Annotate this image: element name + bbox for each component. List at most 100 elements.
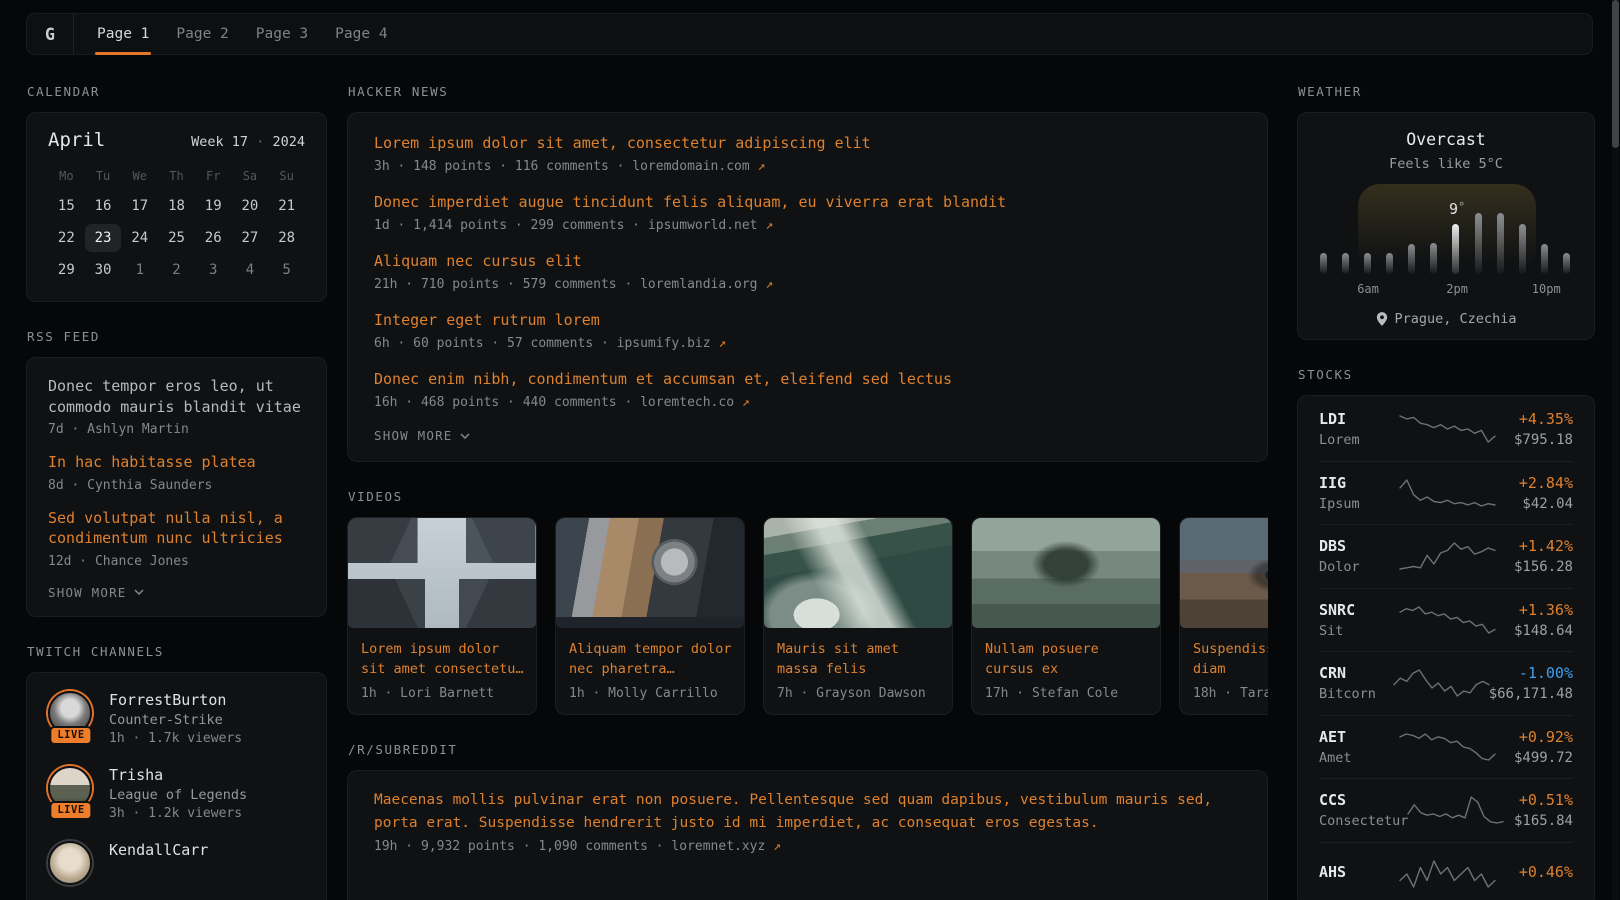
stock-symbol: LDI: [1319, 410, 1400, 428]
calendar-day[interactable]: 21: [268, 192, 305, 220]
stock-row[interactable]: LDI Lorem +4.35% $795.18: [1319, 397, 1573, 461]
hackernews-item-title[interactable]: Integer eget rutrum lorem: [374, 310, 1241, 331]
calendar-day[interactable]: 2: [158, 256, 195, 284]
hackernews-widget: Lorem ipsum dolor sit amet, consectetur …: [347, 112, 1268, 462]
stocks-widget-label: STOCKS: [1298, 367, 1595, 382]
calendar-day[interactable]: 28: [268, 224, 305, 252]
calendar-day[interactable]: 26: [195, 224, 232, 252]
calendar-day[interactable]: 18: [158, 192, 195, 220]
calendar-day[interactable]: 25: [158, 224, 195, 252]
subreddit-post-title[interactable]: Maecenas mollis pulvinar erat non posuer…: [374, 789, 1241, 834]
chevron-down-icon: [460, 433, 470, 439]
rss-item-title[interactable]: Sed volutpat nulla nisl, a condimentum n…: [48, 508, 305, 549]
scrollbar-thumb[interactable]: [1612, 0, 1619, 148]
stock-row[interactable]: SNRC Sit +1.36% $148.64: [1319, 588, 1573, 652]
calendar-day[interactable]: 4: [232, 256, 269, 284]
subreddit-post-meta: 19h · 9,932 points · 1,090 comments · lo…: [374, 837, 1241, 856]
video-title[interactable]: Nullam posuere cursus ex: [985, 639, 1147, 679]
video-card: Lorem ipsum dolor sit amet consectetu… 1…: [347, 517, 537, 715]
calendar-day[interactable]: 15: [48, 192, 85, 220]
hackernews-item-meta: 3h · 148 points · 116 comments · loremdo…: [374, 157, 1241, 176]
stock-row[interactable]: AET Amet +0.92% $499.72: [1319, 715, 1573, 779]
avatar: [48, 841, 92, 885]
twitch-widget: LIVE ForrestBurton Counter-Strike 1h · 1…: [26, 672, 327, 900]
tab-page-4[interactable]: Page 4: [333, 14, 389, 54]
stock-price: $499.72: [1495, 750, 1573, 766]
tab-page-1[interactable]: Page 1: [95, 14, 151, 54]
stock-row[interactable]: IIG Ipsum +2.84% $42.04: [1319, 461, 1573, 525]
twitch-channel-name[interactable]: KendallCarr: [109, 841, 208, 859]
tab-page-2[interactable]: Page 2: [174, 14, 230, 54]
rss-item-meta: 8d · Cynthia Saunders: [48, 476, 305, 495]
weather-feels-like: Feels like 5°C: [1318, 156, 1574, 172]
rss-item-meta: 7d · Ashlyn Martin: [48, 420, 305, 439]
calendar-day[interactable]: 1: [121, 256, 158, 284]
hackernews-item-title[interactable]: Donec enim nibh, condimentum et accumsan…: [374, 369, 1241, 390]
app-logo[interactable]: G: [27, 14, 74, 54]
video-thumbnail[interactable]: [556, 518, 744, 628]
calendar-day-selected[interactable]: 23: [85, 224, 122, 252]
stock-row[interactable]: DBS Dolor +1.42% $156.28: [1319, 524, 1573, 588]
hackernews-item-meta: 21h · 710 points · 579 comments · loreml…: [374, 275, 1241, 294]
calendar-day[interactable]: 19: [195, 192, 232, 220]
weather-location: Prague, Czechia: [1318, 311, 1574, 327]
rss-item-title[interactable]: Donec tempor eros leo, ut commodo mauris…: [48, 376, 305, 417]
videos-widget: Lorem ipsum dolor sit amet consectetu… 1…: [347, 517, 1268, 715]
video-title[interactable]: Aliquam tempor dolor nec pharetra…: [569, 639, 731, 679]
weather-bar: [1408, 244, 1415, 274]
calendar-day[interactable]: 24: [121, 224, 158, 252]
external-link-icon: ↗: [742, 395, 750, 410]
stock-price: $148.64: [1495, 623, 1573, 639]
video-card: Nullam posuere cursus ex 17h · Stefan Co…: [971, 517, 1161, 715]
video-meta: 1h · Molly Carrillo: [569, 686, 731, 701]
twitch-channel-name[interactable]: Trisha: [109, 766, 247, 784]
hackernews-item-title[interactable]: Lorem ipsum dolor sit amet, consectetur …: [374, 133, 1241, 154]
video-thumbnail[interactable]: [764, 518, 952, 628]
calendar-day[interactable]: 27: [232, 224, 269, 252]
stock-row[interactable]: CCS Consectetur +0.51% $165.84: [1319, 778, 1573, 842]
hackernews-list: Lorem ipsum dolor sit amet, consectetur …: [374, 133, 1241, 412]
video-thumbnail[interactable]: [1180, 518, 1268, 628]
videos-widget-label: VIDEOS: [348, 489, 1268, 504]
header: G Page 1 Page 2 Page 3 Page 4: [26, 13, 1593, 55]
hackernews-item: Integer eget rutrum lorem 6h · 60 points…: [374, 310, 1241, 353]
external-link-icon: ↗: [718, 336, 726, 351]
tab-page-3[interactable]: Page 3: [254, 14, 310, 54]
calendar-day[interactable]: 3: [195, 256, 232, 284]
stock-company: Consectetur: [1319, 813, 1408, 829]
video-card: Aliquam tempor dolor nec pharetra… 1h · …: [555, 517, 745, 715]
stock-symbol: SNRC: [1319, 601, 1400, 619]
calendar-day[interactable]: 17: [121, 192, 158, 220]
twitch-avatar[interactable]: LIVE: [48, 691, 94, 737]
video-title[interactable]: Mauris sit amet massa felis: [777, 639, 939, 679]
stock-row[interactable]: AHS +0.46%: [1319, 842, 1573, 900]
video-thumbnail[interactable]: [972, 518, 1160, 628]
twitch-avatar[interactable]: LIVE: [48, 766, 94, 812]
calendar-day[interactable]: 29: [48, 256, 85, 284]
calendar-day[interactable]: 22: [48, 224, 85, 252]
calendar-week-year: Week 17 · 2024: [191, 134, 305, 150]
hackernews-item-title[interactable]: Donec imperdiet augue tincidunt felis al…: [374, 192, 1241, 213]
live-badge: LIVE: [49, 726, 92, 745]
calendar-day[interactable]: 20: [232, 192, 269, 220]
rss-item-title[interactable]: In hac habitasse platea: [48, 452, 305, 473]
stock-price: $165.84: [1503, 813, 1573, 829]
video-title[interactable]: Lorem ipsum dolor sit amet consectetu…: [361, 639, 523, 679]
rss-show-more-button[interactable]: SHOW MORE: [48, 585, 144, 600]
calendar-day[interactable]: 30: [85, 256, 122, 284]
video-thumbnail[interactable]: [348, 518, 536, 628]
stock-sparkline: [1394, 666, 1489, 700]
video-title[interactable]: Suspendisse diam: [1193, 639, 1268, 679]
hackernews-item-meta: 1d · 1,414 points · 299 comments · ipsum…: [374, 216, 1241, 235]
subreddit-widget: Maecenas mollis pulvinar erat non posuer…: [347, 770, 1268, 900]
hackernews-item-title[interactable]: Aliquam nec cursus elit: [374, 251, 1241, 272]
stock-change: +2.84%: [1495, 474, 1573, 492]
hackernews-item: Lorem ipsum dolor sit amet, consectetur …: [374, 133, 1241, 176]
twitch-channel-name[interactable]: ForrestBurton: [109, 691, 242, 709]
calendar-day[interactable]: 5: [268, 256, 305, 284]
calendar-day[interactable]: 16: [85, 192, 122, 220]
stock-change: +4.35%: [1495, 410, 1573, 428]
hackernews-show-more-button[interactable]: SHOW MORE: [374, 428, 470, 443]
stock-row[interactable]: CRN Bitcorn -1.00% $66,171.48: [1319, 651, 1573, 715]
twitch-avatar[interactable]: [48, 841, 94, 887]
